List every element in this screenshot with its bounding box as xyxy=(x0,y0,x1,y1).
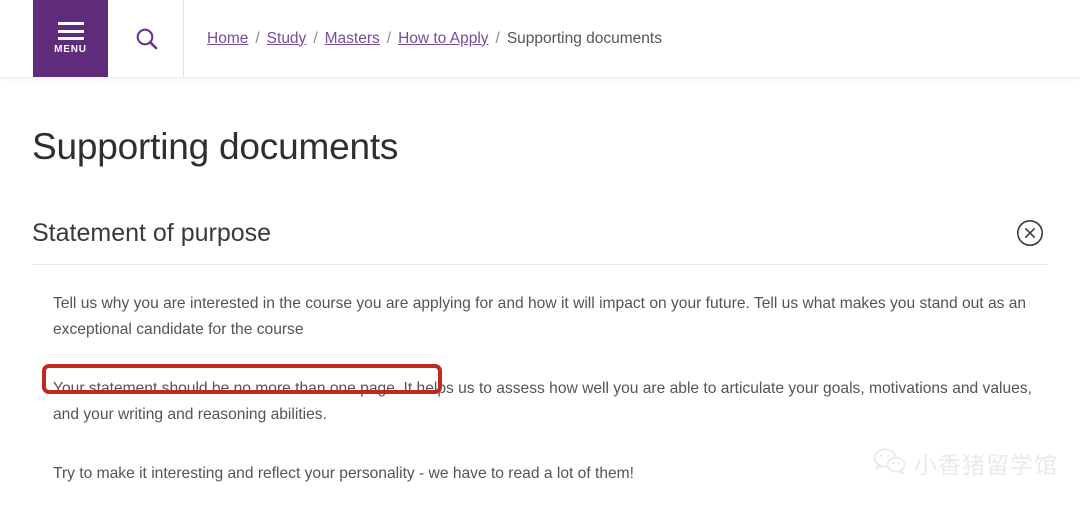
breadcrumb-item-current: Supporting documents xyxy=(506,29,662,47)
hamburger-icon xyxy=(57,22,84,40)
close-circle-icon[interactable] xyxy=(1016,219,1044,247)
breadcrumb-item-how-to-apply[interactable]: How to Apply xyxy=(398,30,488,48)
breadcrumb-separator: / xyxy=(313,29,318,47)
watermark-text: 小香猪留学馆 xyxy=(914,453,1058,479)
breadcrumb: Home / Study / Masters / How to Apply / … xyxy=(207,0,662,77)
breadcrumb-item-home[interactable]: Home xyxy=(207,30,248,48)
menu-button-label: MENU xyxy=(54,44,87,55)
wechat-icon xyxy=(873,447,907,480)
accordion-statement-of-purpose: Statement of purpose Tell us why you are… xyxy=(0,202,1080,487)
search-button[interactable] xyxy=(125,20,169,60)
breadcrumb-separator: / xyxy=(495,29,500,47)
search-icon xyxy=(134,26,160,55)
site-header: MENU Home / Study / Masters / How to App… xyxy=(0,0,1080,77)
breadcrumb-item-masters[interactable]: Masters xyxy=(325,30,380,48)
header-divider xyxy=(183,0,184,77)
breadcrumb-separator: / xyxy=(386,29,392,47)
menu-button[interactable]: MENU xyxy=(33,0,108,77)
watermark: 小香猪留学馆 xyxy=(873,446,1058,480)
page-title: Supporting documents xyxy=(32,125,399,167)
breadcrumb-separator: / xyxy=(255,29,260,47)
paragraph-intro: Tell us why you are interested in the co… xyxy=(53,295,1027,338)
accordion-title: Statement of purpose xyxy=(32,218,272,247)
highlighted-paragraph-wrapper: Your statement should be no more than on… xyxy=(42,364,1048,428)
breadcrumb-item-study[interactable]: Study xyxy=(267,30,307,48)
accordion-header[interactable]: Statement of purpose xyxy=(32,202,1048,265)
paragraph-length-requirement: Your statement should be no more than on… xyxy=(53,380,1032,423)
